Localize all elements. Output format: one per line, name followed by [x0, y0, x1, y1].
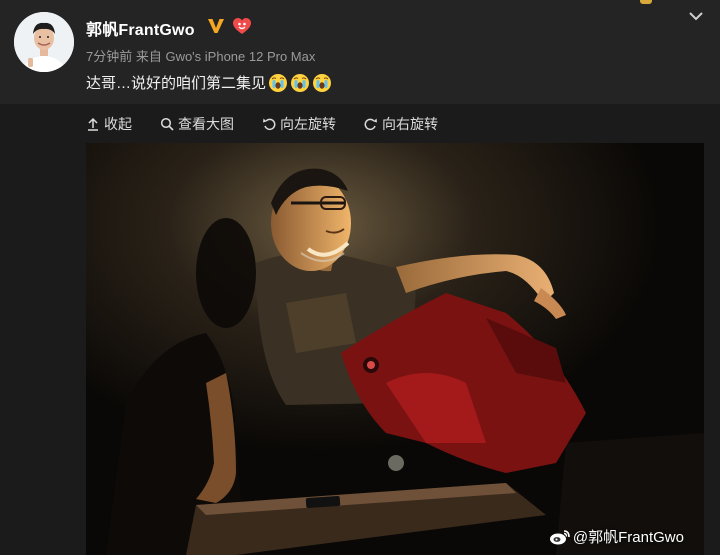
rotate-right-icon: [364, 118, 377, 131]
chevron-down-icon[interactable]: [688, 10, 704, 22]
crying-emoji-icon: [313, 73, 332, 92]
photo-watermark: @郭帆FrantGwo: [549, 526, 684, 547]
post-text-content: 达哥…说好的咱们第二集见: [86, 75, 267, 92]
vip-heart-icon[interactable]: [232, 16, 252, 36]
collapse-up-icon: [88, 117, 98, 131]
post-header: 郭帆FrantGwo 7分钟前 来自 Gwo's iPhone 12 Pro M…: [0, 0, 720, 104]
post-photo[interactable]: @郭帆FrantGwo: [86, 143, 704, 555]
view-large-label: 查看大图: [178, 116, 234, 132]
avatar-image: [14, 12, 74, 72]
rotate-left-label: 向左旋转: [280, 116, 336, 132]
rotate-right-button[interactable]: 向右旋转: [364, 114, 438, 134]
image-toolbar: 收起 查看大图 向左旋转 向右旋转: [0, 104, 720, 142]
collapse-label: 收起: [104, 116, 132, 132]
top-badge-mark: [640, 0, 652, 4]
search-icon: [160, 117, 174, 131]
post-meta: 7分钟前 来自 Gwo's iPhone 12 Pro Max: [86, 49, 316, 64]
view-large-button[interactable]: 查看大图: [160, 114, 234, 134]
rotate-left-button[interactable]: 向左旋转: [262, 114, 336, 134]
verified-v-icon[interactable]: [206, 16, 226, 36]
photo-image: [86, 143, 704, 555]
rotate-left-icon: [263, 118, 276, 131]
avatar[interactable]: [14, 12, 74, 72]
user-badges: [206, 16, 252, 36]
rotate-right-label: 向右旋转: [382, 116, 438, 132]
post-text: 达哥…说好的咱们第二集见: [86, 72, 332, 93]
collapse-button[interactable]: 收起: [86, 114, 132, 134]
crying-emoji-icon: [291, 73, 310, 92]
weibo-logo-icon: [549, 529, 570, 544]
watermark-text: @郭帆FrantGwo: [572, 529, 684, 546]
username[interactable]: 郭帆FrantGwo: [86, 16, 195, 40]
crying-emoji-icon: [269, 73, 288, 92]
